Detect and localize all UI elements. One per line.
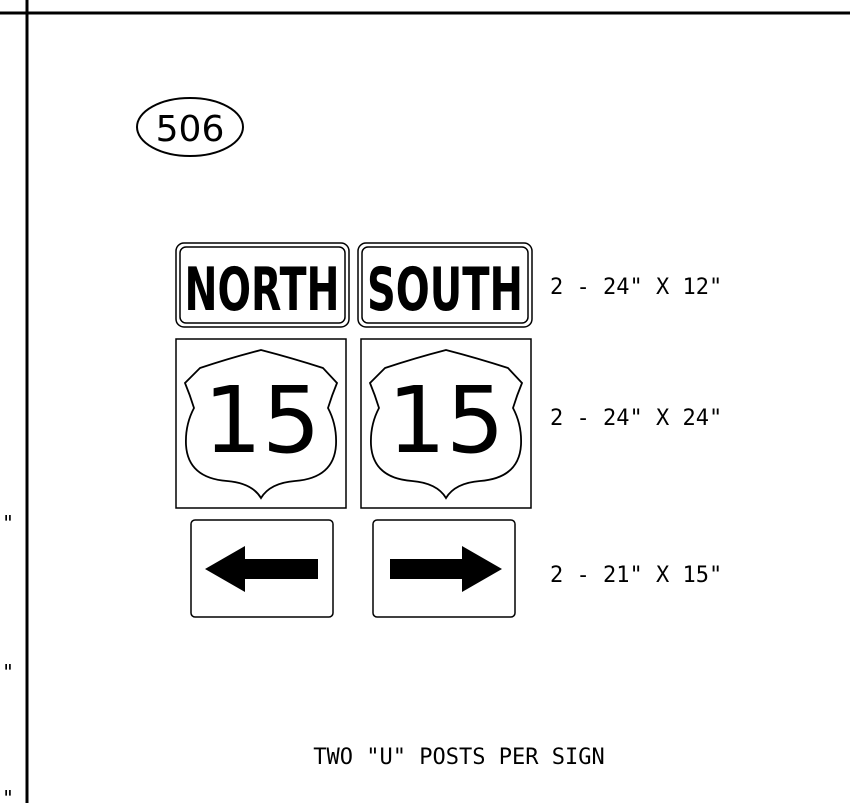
detail-number: 506 (156, 109, 225, 150)
right-route-number: 15 (387, 367, 504, 474)
south-sign: SOUTH (357, 242, 533, 328)
sign-detail-drawing: " " " 506 NORTH SOUTH 2 - 24" X 12" 15 1… (0, 0, 850, 803)
right-route-shield-sign: 15 (360, 338, 532, 509)
arrow-sign-dimension: 2 - 21" X 15" (550, 563, 722, 588)
right-arrow-sign (372, 519, 516, 618)
posts-note: TWO "U" POSTS PER SIGN (313, 745, 604, 770)
north-sign: NORTH (175, 242, 350, 328)
left-edge-mark: " (2, 786, 14, 803)
left-edge-mark: " (2, 511, 14, 535)
detail-number-callout: 506 (136, 97, 244, 157)
left-route-shield-sign: 15 (175, 338, 347, 509)
south-sign-label: SOUTH (367, 255, 523, 325)
route-shield-dimension: 2 - 24" X 24" (550, 406, 722, 431)
left-route-number: 15 (203, 367, 320, 474)
left-arrow-sign (190, 519, 334, 618)
left-edge-mark: " (2, 660, 14, 684)
north-sign-label: NORTH (185, 255, 340, 325)
cardinal-sign-dimension: 2 - 24" X 12" (550, 275, 722, 300)
